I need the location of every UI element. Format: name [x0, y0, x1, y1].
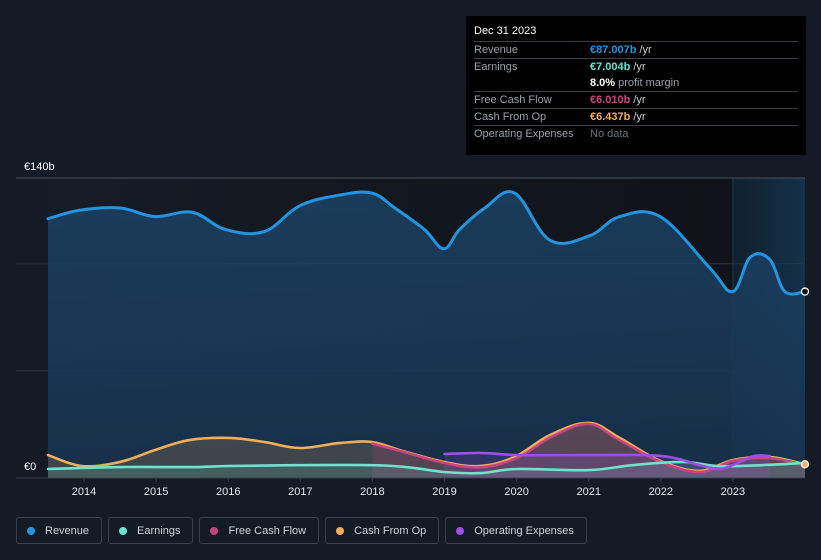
legend-item-operating-expenses[interactable]: Operating Expenses	[445, 517, 587, 544]
tooltip-row-unit: /yr	[633, 94, 646, 106]
x-tick-label: 2020	[504, 486, 528, 498]
legend-dot-icon	[27, 526, 35, 535]
legend-dot-icon	[210, 526, 219, 535]
x-tick-label: 2018	[360, 486, 384, 498]
tooltip-row-unit: profit margin	[618, 77, 680, 89]
tooltip-row: Free Cash Flow €6.010b/yr	[474, 92, 798, 109]
tooltip-row: Earnings €7.004b/yr	[474, 59, 798, 75]
x-tick-label: 2021	[576, 486, 600, 498]
tooltip-row-label	[474, 75, 590, 91]
legend: Revenue Earnings Free Cash Flow Cash From O…	[16, 517, 587, 544]
tooltip-row-label: Earnings	[474, 61, 518, 73]
legend-label: Free Cash Flow	[228, 524, 307, 537]
cash-from-op-end-marker	[800, 460, 810, 469]
tooltip-row-value: 8.0%	[590, 77, 616, 89]
tooltip-date: Dec 31 2023	[474, 22, 798, 42]
tooltip-row-label: Operating Expenses	[474, 128, 574, 140]
x-tick-label: 2023	[721, 486, 745, 498]
tooltip-row-unit: /yr	[633, 111, 646, 123]
legend-label: Operating Expenses	[474, 524, 574, 537]
tooltip-row-value: €6.437b	[590, 111, 631, 123]
legend-item-free-cash-flow[interactable]: Free Cash Flow	[199, 517, 320, 544]
legend-item-earnings[interactable]: Earnings	[108, 517, 194, 544]
y-tick-label-zero: €0	[24, 461, 36, 473]
tooltip-row-unit: /yr	[633, 61, 646, 73]
legend-dot-icon	[456, 526, 465, 535]
x-tick-label: 2014	[72, 486, 96, 498]
legend-label: Earnings	[137, 524, 181, 537]
tooltip-row: Revenue €87.007b/yr	[474, 42, 798, 59]
x-tick-label: 2019	[432, 486, 456, 498]
tooltip-row-value: €7.004b	[590, 61, 631, 73]
tooltip-row: Cash From Op €6.437b/yr	[474, 109, 798, 126]
tooltip-row-value: €87.007b	[590, 44, 637, 56]
x-tick-label: 2016	[216, 486, 240, 498]
legend-label: Revenue	[45, 524, 90, 537]
revenue-end-marker	[800, 287, 810, 296]
legend-item-cash-from-op[interactable]: Cash From Op	[325, 517, 440, 544]
tooltip-row: Operating Expenses No data	[474, 126, 798, 142]
tooltip-row: 8.0% profit margin	[474, 75, 798, 92]
x-tick-label: 2015	[144, 486, 168, 498]
tooltip-row-value: €6.010b	[590, 94, 631, 106]
tooltip-row-unit: /yr	[639, 44, 652, 56]
legend-label: Cash From Op	[354, 524, 427, 537]
x-tick-label: 2022	[649, 486, 673, 498]
tooltip-row-value: No data	[590, 128, 629, 140]
legend-dot-icon	[119, 526, 128, 535]
tooltip: Dec 31 2023 Revenue €87.007b/yr Earnings €7…	[466, 16, 806, 155]
tooltip-row-label: Revenue	[474, 44, 519, 56]
tooltip-row-label: Cash From Op	[474, 111, 547, 123]
y-tick-label-max: €140b	[24, 161, 55, 173]
legend-item-revenue[interactable]: Revenue	[16, 517, 103, 544]
x-tick-label: 2017	[288, 486, 312, 498]
legend-dot-icon	[336, 526, 345, 535]
tooltip-row-label: Free Cash Flow	[474, 94, 552, 106]
